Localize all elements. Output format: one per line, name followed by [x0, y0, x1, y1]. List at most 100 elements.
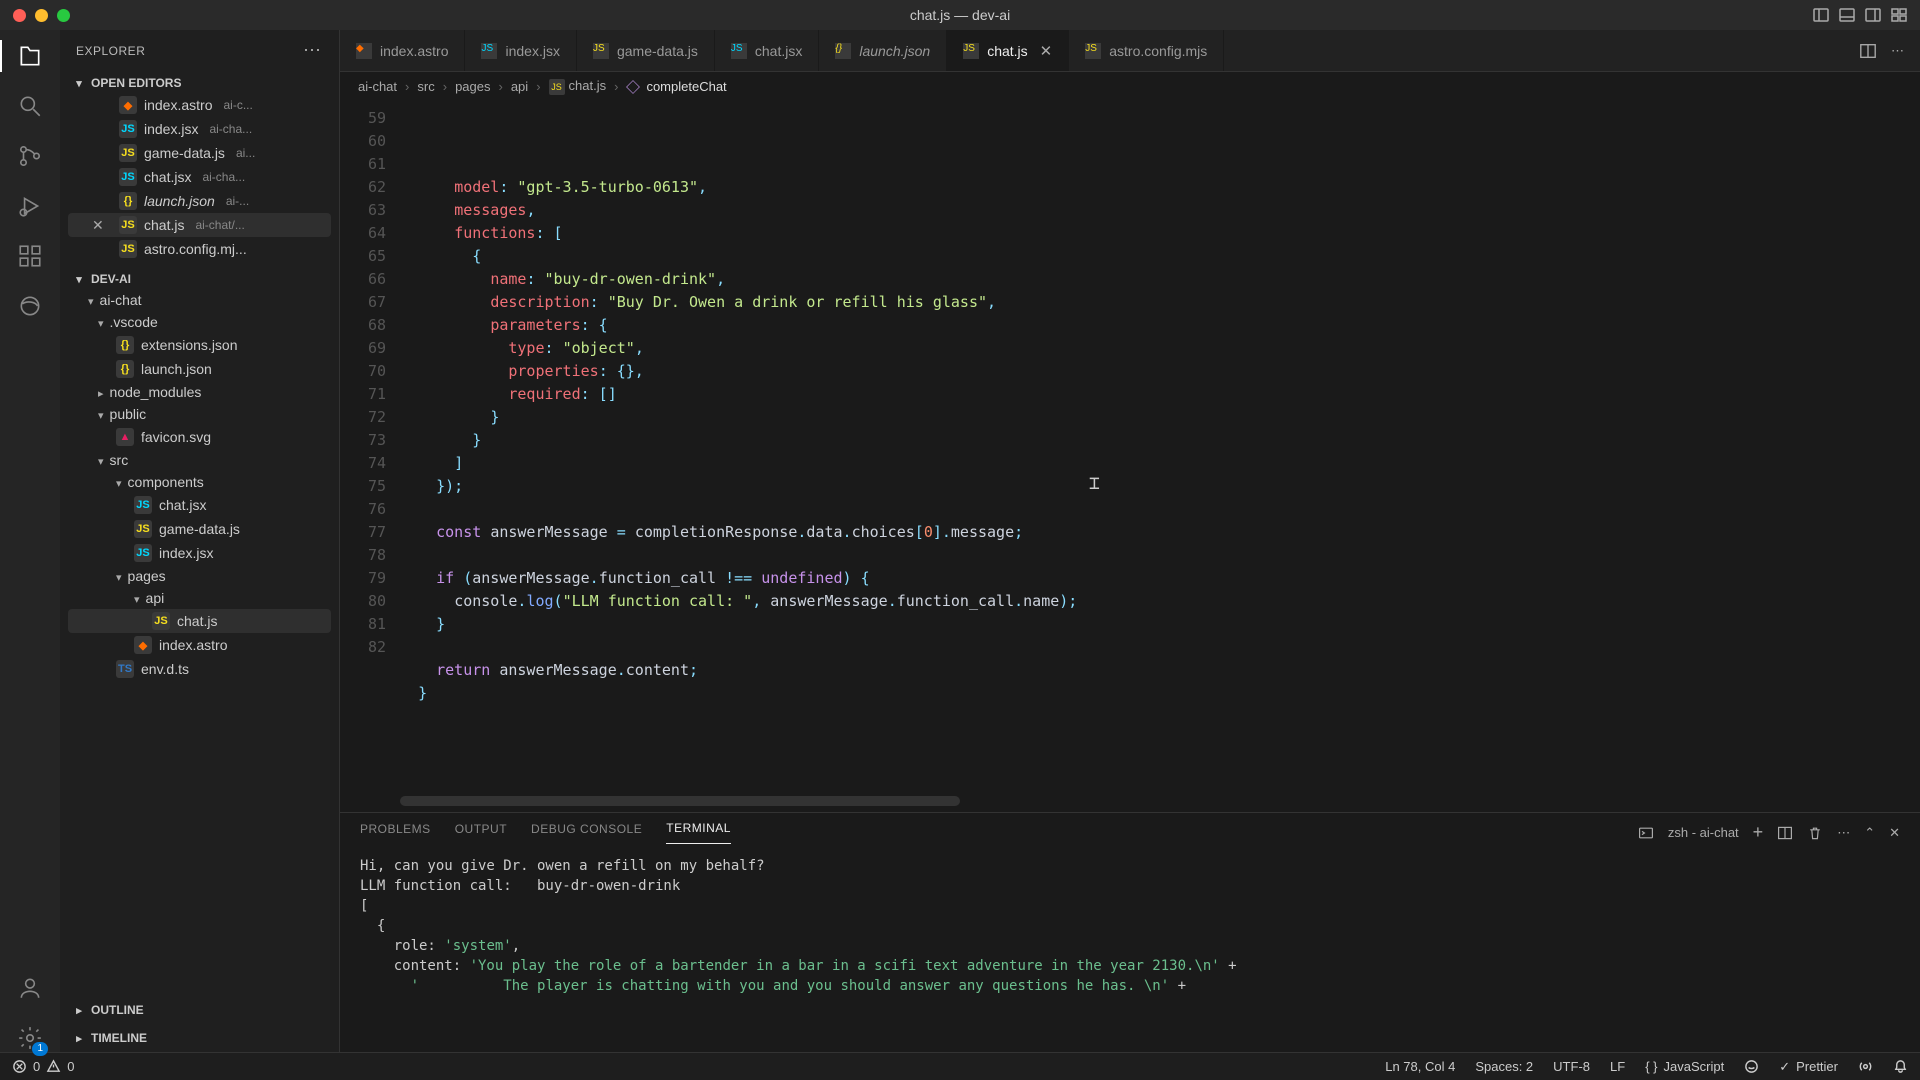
open-editor-item[interactable]: JSgame-data.jsai...	[68, 141, 331, 165]
new-terminal-icon[interactable]: +	[1753, 822, 1764, 843]
status-bar: 0 0 Ln 78, Col 4 Spaces: 2 UTF-8 LF { }J…	[0, 1052, 1920, 1080]
method-icon	[627, 80, 641, 94]
open-editor-item[interactable]: JSindex.jsxai-cha...	[68, 117, 331, 141]
panel-chevron-up-icon[interactable]: ⌃	[1864, 825, 1875, 841]
folder-item[interactable]: src	[68, 449, 331, 471]
file-item[interactable]: {}extensions.json	[68, 333, 331, 357]
status-problems[interactable]: 0 0	[12, 1059, 74, 1074]
tab-more-icon[interactable]: ⋯	[1891, 43, 1904, 59]
close-icon[interactable]: ✕	[92, 217, 108, 234]
edge-icon[interactable]	[16, 292, 44, 320]
status-cursor[interactable]: Ln 78, Col 4	[1385, 1059, 1455, 1075]
folder-item[interactable]: api	[68, 587, 331, 609]
panel-tab[interactable]: TERMINAL	[666, 821, 731, 844]
terminal-shell-label[interactable]: zsh - ai-chat	[1668, 825, 1739, 840]
folder-item[interactable]: public	[68, 403, 331, 425]
open-editor-item[interactable]: JSchat.jsxai-cha...	[68, 165, 331, 189]
editor-tab[interactable]: {}launch.json	[819, 30, 947, 71]
split-editor-icon[interactable]	[1859, 42, 1877, 60]
status-feedback-icon[interactable]	[1744, 1059, 1759, 1074]
file-icon: JS	[152, 612, 170, 630]
file-icon: {}	[116, 360, 134, 378]
search-icon[interactable]	[16, 92, 44, 120]
minimize-window[interactable]	[35, 9, 48, 22]
panel-bottom-icon[interactable]	[1838, 6, 1856, 24]
editor-tab[interactable]: JSastro.config.mjs	[1069, 30, 1224, 71]
outline-header[interactable]: ▸OUTLINE	[68, 1000, 331, 1020]
breadcrumb[interactable]: ai-chat›src›pages›api›JSchat.js›complete…	[340, 72, 1920, 101]
maximize-window[interactable]	[57, 9, 70, 22]
panel-left-icon[interactable]	[1812, 6, 1830, 24]
explorer-icon[interactable]	[16, 42, 44, 70]
file-item[interactable]: JSindex.jsx	[68, 541, 331, 565]
settings-gear-icon[interactable]: 1	[16, 1024, 44, 1052]
code-content[interactable]: model: "gpt-3.5-turbo-0613", messages, f…	[400, 101, 1920, 812]
run-debug-icon[interactable]	[16, 192, 44, 220]
file-icon: JS	[593, 43, 609, 59]
activity-bar: 1	[0, 30, 60, 1052]
timeline-header[interactable]: ▸TIMELINE	[68, 1028, 331, 1048]
editor-tab[interactable]: JSchat.jsx	[715, 30, 819, 71]
file-icon: JS	[119, 240, 137, 258]
file-icon: JS	[119, 144, 137, 162]
status-eol[interactable]: LF	[1610, 1059, 1625, 1075]
file-item[interactable]: JSchat.js	[68, 609, 331, 633]
bottom-panel: PROBLEMS OUTPUT DEBUG CONSOLE TERMINAL zsh …	[340, 812, 1920, 1052]
terminal-launch-icon[interactable]	[1638, 825, 1654, 841]
close-window[interactable]	[13, 9, 26, 22]
panel-right-icon[interactable]	[1864, 6, 1882, 24]
editor-tab[interactable]: JSgame-data.js	[577, 30, 715, 71]
open-editor-item[interactable]: ◆index.astroai-c...	[68, 93, 331, 117]
account-icon[interactable]	[16, 974, 44, 1002]
window-controls	[0, 9, 70, 22]
folder-item[interactable]: components	[68, 471, 331, 493]
sidebar-more-icon[interactable]: ⋯	[303, 40, 323, 61]
status-bell-icon[interactable]	[1893, 1059, 1908, 1074]
close-icon[interactable]: ✕	[1040, 42, 1053, 60]
status-broadcast-icon[interactable]	[1858, 1059, 1873, 1074]
file-icon: JS	[134, 544, 152, 562]
folder-item[interactable]: node_modules	[68, 381, 331, 403]
line-gutter: 5960616263646566676869707172737475767778…	[340, 101, 400, 812]
source-control-icon[interactable]	[16, 142, 44, 170]
code-editor[interactable]: 5960616263646566676869707172737475767778…	[340, 101, 1920, 812]
file-item[interactable]: JSchat.jsx	[68, 493, 331, 517]
editor-tabs: ◆index.astroJSindex.jsxJSgame-data.jsJSc…	[340, 30, 1920, 72]
status-prettier[interactable]: ✓Prettier	[1779, 1059, 1838, 1075]
panel-tabs: PROBLEMS OUTPUT DEBUG CONSOLE TERMINAL zsh …	[340, 813, 1920, 844]
file-item[interactable]: ◆index.astro	[68, 633, 331, 657]
panel-close-icon[interactable]: ✕	[1889, 825, 1900, 841]
status-spaces[interactable]: Spaces: 2	[1475, 1059, 1533, 1075]
file-item[interactable]: {}launch.json	[68, 357, 331, 381]
status-encoding[interactable]: UTF-8	[1553, 1059, 1590, 1075]
panel-more-icon[interactable]: ⋯	[1837, 825, 1850, 841]
horizontal-scrollbar[interactable]	[400, 796, 960, 806]
layout-grid-icon[interactable]	[1890, 6, 1908, 24]
file-item[interactable]: ▲favicon.svg	[68, 425, 331, 449]
terminal-output[interactable]: Hi, can you give Dr. owen a refill on my…	[340, 844, 1920, 1052]
file-icon: JS	[119, 168, 137, 186]
editor-tab[interactable]: ◆index.astro	[340, 30, 465, 71]
folder-item[interactable]: ai-chat	[68, 289, 331, 311]
open-editor-item[interactable]: {}launch.jsonai-...	[68, 189, 331, 213]
split-terminal-icon[interactable]	[1777, 825, 1793, 841]
open-editor-item[interactable]: JSastro.config.mj...	[68, 237, 331, 261]
trash-icon[interactable]	[1807, 825, 1823, 841]
project-header[interactable]: ▾DEV-AI	[68, 269, 331, 289]
panel-tab[interactable]: DEBUG CONSOLE	[531, 822, 642, 844]
panel-tab[interactable]: OUTPUT	[455, 822, 507, 844]
editor-tab[interactable]: JSchat.js✕	[947, 30, 1069, 71]
file-icon: JS	[1085, 43, 1101, 59]
file-icon: JS	[731, 43, 747, 59]
folder-item[interactable]: .vscode	[68, 311, 331, 333]
open-editor-item[interactable]: ✕JSchat.jsai-chat/...	[68, 213, 331, 237]
extensions-icon[interactable]	[16, 242, 44, 270]
open-editors-header[interactable]: ▾OPEN EDITORS	[68, 73, 331, 93]
panel-tab[interactable]: PROBLEMS	[360, 822, 431, 844]
file-item[interactable]: JSgame-data.js	[68, 517, 331, 541]
status-language[interactable]: { }JavaScript	[1645, 1059, 1724, 1075]
editor-tab[interactable]: JSindex.jsx	[465, 30, 576, 71]
file-icon: JS	[134, 496, 152, 514]
file-item[interactable]: TSenv.d.ts	[68, 657, 331, 681]
folder-item[interactable]: pages	[68, 565, 331, 587]
